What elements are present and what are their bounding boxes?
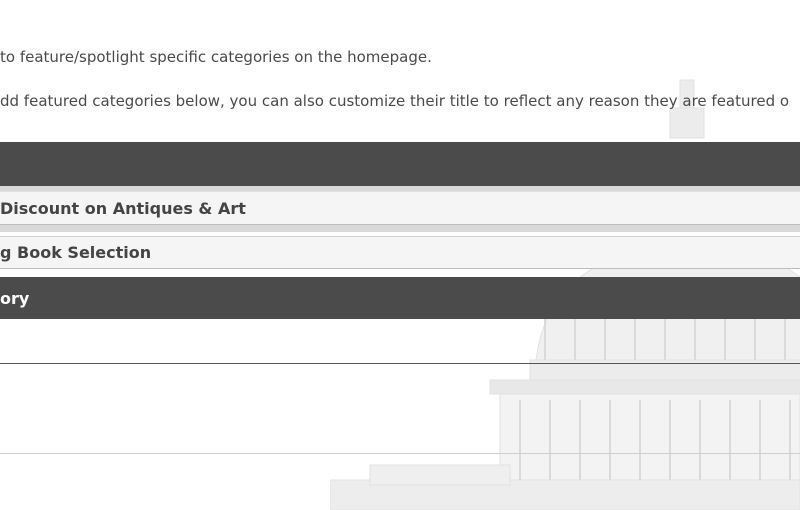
featured-category-row[interactable]: Discount on Antiques & Art — [0, 191, 800, 225]
form-divider — [0, 453, 800, 454]
add-category-title: ory — [0, 288, 30, 308]
featured-category-title: g Book Selection — [0, 243, 152, 262]
form-divider — [0, 363, 800, 364]
featured-categories-header-bar — [0, 142, 800, 186]
featured-category-row[interactable]: g Book Selection — [0, 236, 800, 269]
intro-text-line-1: to feature/spotlight specific categories… — [0, 48, 432, 66]
add-category-header-bar: ory — [0, 277, 800, 319]
featured-category-title: Discount on Antiques & Art — [0, 198, 246, 218]
intro-text-line-2: dd featured categories below, you can al… — [0, 92, 790, 110]
